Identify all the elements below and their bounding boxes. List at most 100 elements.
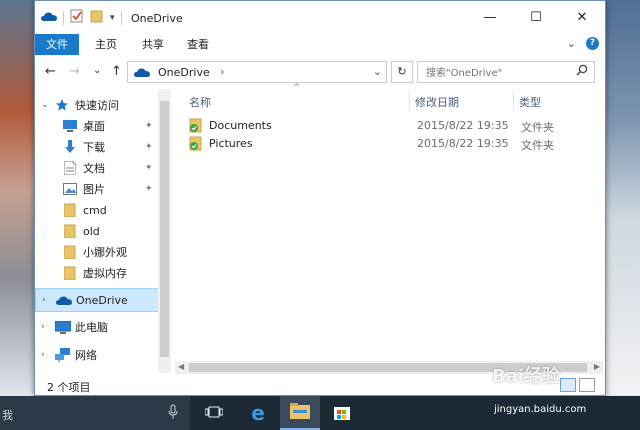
file-date: 2015/8/22 19:35: [417, 119, 509, 132]
search-box[interactable]: [417, 61, 595, 83]
download-icon: [64, 140, 76, 157]
maximize-button[interactable]: ☐: [513, 1, 559, 34]
recent-locations-button[interactable]: ⌄: [93, 65, 101, 76]
view-toggles: [560, 378, 595, 392]
large-icons-view-icon[interactable]: [579, 378, 595, 392]
onedrive-icon: [134, 67, 150, 81]
pin-icon: ✦: [145, 121, 153, 131]
address-bar[interactable]: OneDrive › ⌄: [127, 61, 387, 83]
minimize-button[interactable]: —: [467, 1, 513, 34]
nav-item-downloads[interactable]: 下载 ✦: [35, 137, 171, 157]
nav-item-old[interactable]: old: [35, 221, 171, 241]
tab-share[interactable]: 共享: [131, 34, 175, 55]
nav-label: 此电脑: [75, 321, 108, 334]
navigation-pane: ⌄ 快速访问 桌面 ✦ 下载 ✦ 文档 ✦ 图片 ✦ cmd old 小娜外观 …: [35, 89, 171, 373]
nav-label: 桌面: [83, 120, 105, 133]
tab-home[interactable]: 主页: [84, 34, 128, 55]
pictures-icon: [63, 183, 77, 198]
edge-button[interactable]: e: [238, 396, 278, 430]
nav-label: old: [83, 224, 100, 238]
task-view-button[interactable]: [194, 396, 234, 430]
back-button[interactable]: ←: [45, 64, 56, 79]
expand-ribbon-icon[interactable]: ⌄: [567, 37, 576, 50]
column-divider[interactable]: [409, 91, 410, 111]
folder-icon: [63, 224, 76, 241]
file-type: 文件夹: [521, 139, 554, 152]
qat-divider: [63, 10, 64, 25]
nav-item-pictures[interactable]: 图片 ✦: [35, 179, 171, 199]
file-type: 文件夹: [521, 121, 554, 134]
explorer-window: ▾ OneDrive — ☐ ✕ 文件 主页 共享 查看 ⌄ ? ← → ⌄ ↑…: [34, 0, 606, 396]
address-row: ← → ⌄ ↑ OneDrive › ⌄ ↻: [35, 59, 605, 85]
folder-icon: [63, 266, 76, 283]
column-header-type[interactable]: 类型: [519, 94, 541, 110]
breadcrumb-separator[interactable]: ›: [220, 65, 224, 78]
properties-icon[interactable]: [70, 9, 84, 26]
nav-item-this-pc[interactable]: › 此电脑: [35, 317, 171, 337]
qat-divider-2: [120, 10, 122, 25]
window-title: OneDrive: [131, 12, 183, 25]
nav-label: 图片: [83, 183, 105, 196]
details-view-icon[interactable]: [560, 378, 576, 392]
onedrive-icon: [56, 295, 72, 309]
nav-item-cmd[interactable]: cmd: [35, 200, 171, 220]
scroll-left-icon[interactable]: ◀: [178, 362, 184, 371]
file-list-pane: ^ 名称 修改日期 类型 Documents 2015/8/22 19:35 文…: [175, 83, 603, 373]
collapse-chevron-icon[interactable]: ⌄: [41, 100, 49, 110]
nav-label: cmd: [83, 203, 107, 217]
nav-label: 小娜外观: [83, 246, 127, 259]
search-icon[interactable]: [576, 64, 588, 79]
folder-icon: [63, 203, 76, 220]
refresh-button[interactable]: ↻: [391, 61, 413, 83]
synced-folder-icon: [189, 136, 203, 154]
star-icon: [55, 98, 69, 115]
folder-icon: [63, 245, 76, 262]
store-button[interactable]: [322, 396, 362, 430]
forward-button[interactable]: →: [69, 64, 80, 79]
nav-scrollbar[interactable]: [158, 89, 171, 373]
expand-chevron-icon[interactable]: ›: [41, 350, 45, 360]
nav-label: 虚拟内存: [83, 267, 127, 280]
tab-file[interactable]: 文件: [35, 34, 79, 55]
nav-item-network[interactable]: › 网络: [35, 345, 171, 365]
tab-view[interactable]: 查看: [176, 34, 220, 55]
nav-item-virtual-memory[interactable]: 虚拟内存: [35, 263, 171, 283]
customize-qat-icon[interactable]: ▾: [110, 13, 115, 23]
scroll-right-icon[interactable]: ▶: [594, 362, 600, 371]
up-button[interactable]: ↑: [111, 64, 122, 79]
microphone-icon[interactable]: [168, 404, 178, 423]
help-icon[interactable]: ?: [586, 37, 599, 50]
file-explorer-button[interactable]: [280, 396, 320, 430]
search-input[interactable]: [424, 63, 568, 83]
breadcrumb-onedrive[interactable]: OneDrive: [158, 66, 210, 79]
address-dropdown-button[interactable]: ⌄: [373, 65, 382, 78]
nav-item-documents[interactable]: 文档 ✦: [35, 158, 171, 178]
pin-icon: ✦: [145, 163, 153, 173]
item-count: 2 个项目: [47, 381, 91, 394]
taskbar-search-text: 我: [2, 409, 13, 422]
onedrive-icon: [41, 11, 57, 25]
column-header-date[interactable]: 修改日期: [415, 94, 459, 110]
column-header-name[interactable]: 名称: [189, 94, 211, 110]
file-name: Pictures: [209, 137, 253, 150]
table-row[interactable]: Pictures 2015/8/22 19:35 文件夹: [189, 135, 599, 153]
nav-item-onedrive[interactable]: › OneDrive: [35, 288, 171, 312]
ribbon-tabs: 文件 主页 共享 查看 ⌄ ?: [35, 34, 605, 55]
nav-item-cortana-appearance[interactable]: 小娜外观: [35, 242, 171, 262]
file-explorer-icon: [290, 402, 310, 422]
pin-icon: ✦: [145, 184, 153, 194]
title-bar: ▾ OneDrive — ☐ ✕: [35, 1, 605, 34]
column-divider[interactable]: [513, 91, 514, 111]
pin-icon: ✦: [145, 142, 153, 152]
nav-scrollbar-thumb[interactable]: [160, 101, 169, 357]
new-folder-icon[interactable]: [90, 9, 104, 26]
expand-chevron-icon[interactable]: ›: [42, 295, 46, 305]
nav-item-desktop[interactable]: 桌面 ✦: [35, 116, 171, 136]
expand-chevron-icon[interactable]: ›: [41, 322, 45, 332]
nav-item-quick-access[interactable]: ⌄ 快速访问: [35, 95, 171, 115]
synced-folder-icon: [189, 118, 203, 136]
table-row[interactable]: Documents 2015/8/22 19:35 文件夹: [189, 117, 599, 135]
close-button[interactable]: ✕: [559, 1, 605, 34]
taskbar-search-box[interactable]: 我: [0, 396, 190, 430]
nav-label: 网络: [75, 349, 97, 362]
